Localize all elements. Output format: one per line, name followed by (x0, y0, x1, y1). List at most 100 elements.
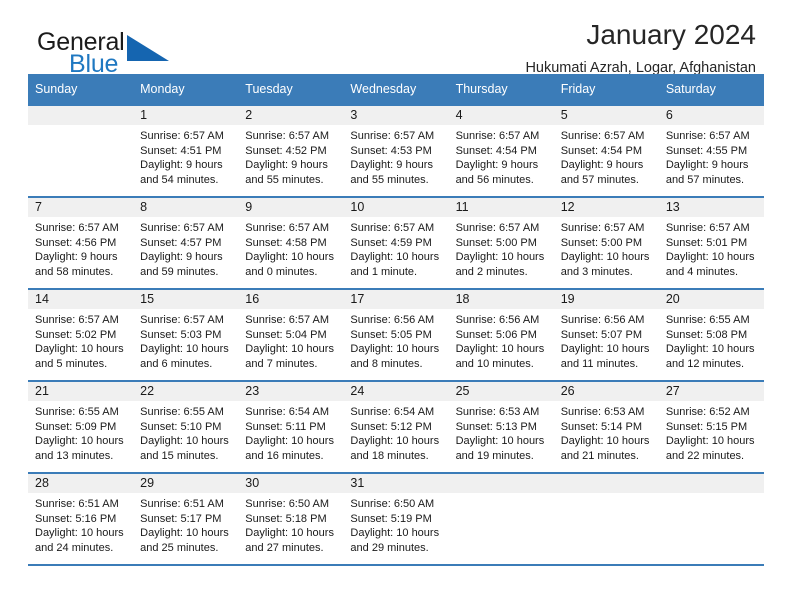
calendar-head: Sunday Monday Tuesday Wednesday Thursday… (28, 74, 764, 105)
day-detail-line: and 7 minutes. (245, 357, 318, 370)
day-detail-line: Sunset: 4:54 PM (560, 144, 643, 157)
calendar-day-cell[interactable]: 1 Sunrise: 6:57 AM Sunset: 4:51 PM Daylight… (133, 105, 239, 197)
day-detail-line: Sunset: 5:14 PM (560, 420, 643, 433)
calendar-day-cell[interactable]: 5 Sunrise: 6:57 AM Sunset: 4:54 PM Daylight… (553, 105, 659, 197)
day-detail-line: Sunset: 4:57 PM (140, 236, 222, 249)
day-detail-line: Sunrise: 6:54 AM (350, 406, 435, 418)
day-detail-line: Daylight: 10 hours (350, 527, 440, 540)
day-detail-line: Daylight: 10 hours (35, 527, 124, 540)
calendar-day-cell[interactable]: 29 Sunrise: 6:51 AM Sunset: 5:17 PM Dayligh… (133, 473, 239, 564)
day-number (28, 106, 134, 125)
day-detail-line: and 4 minutes. (665, 265, 738, 278)
calendar-day-cell[interactable]: 8 Sunrise: 6:57 AM Sunset: 4:57 PM Daylight… (133, 197, 239, 289)
day-detail-line: Sunset: 4:53 PM (350, 144, 432, 157)
dow-wednesday: Wednesday (343, 74, 449, 105)
day-detail-line: Daylight: 10 hours (245, 343, 334, 356)
day-detail-line: and 15 minutes. (140, 449, 219, 462)
calendar-day-cell[interactable]: 7 Sunrise: 6:57 AM Sunset: 4:56 PM Daylight… (28, 197, 134, 289)
day-detail-line: Daylight: 9 hours (350, 159, 433, 172)
dow-saturday: Saturday (658, 74, 764, 105)
day-number: 12 (553, 198, 659, 217)
calendar-day-cell[interactable]: 12 Sunrise: 6:57 AM Sunset: 5:00 PM Dayligh… (553, 197, 659, 289)
day-detail-line: Sunrise: 6:57 AM (245, 130, 330, 142)
day-details: Sunrise: 6:55 AM Sunset: 5:09 PM Daylight:… (28, 401, 133, 463)
day-details: Sunrise: 6:57 AM Sunset: 4:53 PM Daylight:… (343, 125, 448, 187)
calendar-day-cell[interactable]: 2 Sunrise: 6:57 AM Sunset: 4:52 PM Daylight… (238, 105, 344, 197)
calendar-body: 1 Sunrise: 6:57 AM Sunset: 4:51 PM Daylight… (28, 105, 764, 564)
calendar-day-cell[interactable]: 3 Sunrise: 6:57 AM Sunset: 4:53 PM Daylight… (343, 105, 449, 197)
day-detail-line: Daylight: 9 hours (455, 159, 539, 172)
calendar-day-cell[interactable]: 31 Sunrise: 6:50 AM Sunset: 5:19 PM Dayligh… (343, 473, 449, 564)
day-detail-line: Sunset: 4:56 PM (35, 236, 117, 249)
calendar-day-cell[interactable]: 25 Sunrise: 6:53 AM Sunset: 5:13 PM Dayligh… (448, 381, 554, 473)
day-detail-line: Sunset: 5:19 PM (350, 512, 432, 525)
calendar-day-cell[interactable]: 17 Sunrise: 6:56 AM Sunset: 5:05 PM Dayligh… (343, 289, 449, 381)
day-detail-line: Sunrise: 6:56 AM (560, 314, 645, 326)
day-details (28, 125, 133, 129)
calendar-day-cell[interactable]: 16 Sunrise: 6:57 AM Sunset: 5:04 PM Dayligh… (238, 289, 344, 381)
calendar-day-cell[interactable]: 13 Sunrise: 6:57 AM Sunset: 5:01 PM Dayligh… (658, 197, 764, 289)
calendar-week-row: 21 Sunrise: 6:55 AM Sunset: 5:09 PM Dayligh… (28, 381, 764, 473)
day-detail-line: Sunset: 5:00 PM (560, 236, 643, 249)
calendar-day-cell[interactable]: 18 Sunrise: 6:56 AM Sunset: 5:06 PM Dayligh… (448, 289, 554, 381)
day-detail-line: Sunset: 4:52 PM (245, 144, 327, 157)
calendar-table: Sunday Monday Tuesday Wednesday Thursday… (28, 74, 764, 564)
day-number: 2 (238, 106, 344, 125)
calendar-day-cell[interactable]: 28 Sunrise: 6:51 AM Sunset: 5:16 PM Dayligh… (28, 473, 134, 564)
day-detail-line: and 55 minutes. (245, 173, 324, 186)
day-number: 16 (238, 290, 344, 309)
calendar-day-cell[interactable]: 22 Sunrise: 6:55 AM Sunset: 5:10 PM Dayligh… (133, 381, 239, 473)
day-detail-line: and 16 minutes. (245, 449, 324, 462)
calendar-day-cell[interactable]: 23 Sunrise: 6:54 AM Sunset: 5:11 PM Dayligh… (238, 381, 344, 473)
day-detail-line: Sunrise: 6:56 AM (350, 314, 435, 326)
day-number: 25 (448, 382, 554, 401)
calendar-day-cell[interactable]: 26 Sunrise: 6:53 AM Sunset: 5:14 PM Dayligh… (553, 381, 659, 473)
calendar-day-cell[interactable]: 19 Sunrise: 6:56 AM Sunset: 5:07 PM Dayligh… (553, 289, 659, 381)
day-detail-line: Sunrise: 6:57 AM (140, 130, 224, 142)
day-details: Sunrise: 6:51 AM Sunset: 5:16 PM Daylight:… (28, 493, 133, 555)
day-detail-line: Sunrise: 6:51 AM (140, 498, 224, 510)
day-details: Sunrise: 6:57 AM Sunset: 5:02 PM Daylight:… (28, 309, 133, 371)
day-detail-line: Sunrise: 6:57 AM (245, 222, 330, 234)
calendar-day-cell[interactable]: 24 Sunrise: 6:54 AM Sunset: 5:12 PM Dayligh… (343, 381, 449, 473)
day-detail-line: Sunset: 5:03 PM (140, 328, 222, 341)
calendar-day-cell[interactable]: 10 Sunrise: 6:57 AM Sunset: 4:59 PM Dayligh… (343, 197, 449, 289)
day-detail-line: Daylight: 10 hours (560, 435, 650, 448)
day-detail-line: Sunset: 4:54 PM (455, 144, 537, 157)
calendar-day-cell[interactable]: 14 Sunrise: 6:57 AM Sunset: 5:02 PM Dayligh… (28, 289, 134, 381)
day-number: 28 (28, 474, 134, 493)
calendar-day-cell[interactable]: 20 Sunrise: 6:55 AM Sunset: 5:08 PM Dayligh… (658, 289, 764, 381)
calendar-day-cell[interactable]: 11 Sunrise: 6:57 AM Sunset: 5:00 PM Dayligh… (448, 197, 554, 289)
day-number: 31 (343, 474, 449, 493)
day-detail-line: Sunset: 4:59 PM (350, 236, 432, 249)
day-detail-line: and 57 minutes. (665, 173, 745, 186)
day-details: Sunrise: 6:57 AM Sunset: 4:57 PM Daylight:… (133, 217, 238, 279)
calendar-day-cell[interactable]: 27 Sunrise: 6:52 AM Sunset: 5:15 PM Dayligh… (658, 381, 764, 473)
day-detail-line: and 18 minutes. (350, 449, 429, 462)
day-number: 5 (553, 106, 659, 125)
calendar-day-cell[interactable]: 9 Sunrise: 6:57 AM Sunset: 4:58 PM Daylight… (238, 197, 344, 289)
calendar-day-cell[interactable]: 4 Sunrise: 6:57 AM Sunset: 4:54 PM Daylight… (448, 105, 554, 197)
day-number: 3 (343, 106, 449, 125)
day-details: Sunrise: 6:51 AM Sunset: 5:17 PM Daylight:… (133, 493, 238, 555)
calendar-week-row: 7 Sunrise: 6:57 AM Sunset: 4:56 PM Daylight… (28, 197, 764, 289)
calendar-day-cell[interactable]: 30 Sunrise: 6:50 AM Sunset: 5:18 PM Dayligh… (238, 473, 344, 564)
day-number: 18 (448, 290, 554, 309)
calendar-week-row: 28 Sunrise: 6:51 AM Sunset: 5:16 PM Dayligh… (28, 473, 764, 564)
blue-triangle-icon (125, 33, 171, 68)
calendar-day-cell[interactable]: 15 Sunrise: 6:57 AM Sunset: 5:03 PM Dayligh… (133, 289, 239, 381)
day-details: Sunrise: 6:56 AM Sunset: 5:07 PM Daylight:… (554, 309, 659, 371)
day-number: 14 (28, 290, 134, 309)
day-details: Sunrise: 6:57 AM Sunset: 4:59 PM Daylight:… (343, 217, 448, 279)
calendar-day-cell[interactable]: 6 Sunrise: 6:57 AM Sunset: 4:55 PM Daylight… (658, 105, 764, 197)
day-detail-line: and 12 minutes. (665, 357, 745, 370)
day-details: Sunrise: 6:54 AM Sunset: 5:12 PM Daylight:… (343, 401, 448, 463)
day-details: Sunrise: 6:50 AM Sunset: 5:18 PM Daylight:… (238, 493, 343, 555)
day-detail-line: Daylight: 10 hours (455, 343, 545, 356)
day-detail-line: Sunrise: 6:50 AM (245, 498, 330, 510)
day-number: 6 (658, 106, 764, 125)
day-detail-line: Daylight: 10 hours (245, 251, 334, 264)
calendar-day-cell[interactable]: 21 Sunrise: 6:55 AM Sunset: 5:09 PM Dayligh… (28, 381, 134, 473)
day-details: Sunrise: 6:56 AM Sunset: 5:05 PM Daylight:… (343, 309, 448, 371)
day-detail-line: Sunrise: 6:56 AM (455, 314, 540, 326)
